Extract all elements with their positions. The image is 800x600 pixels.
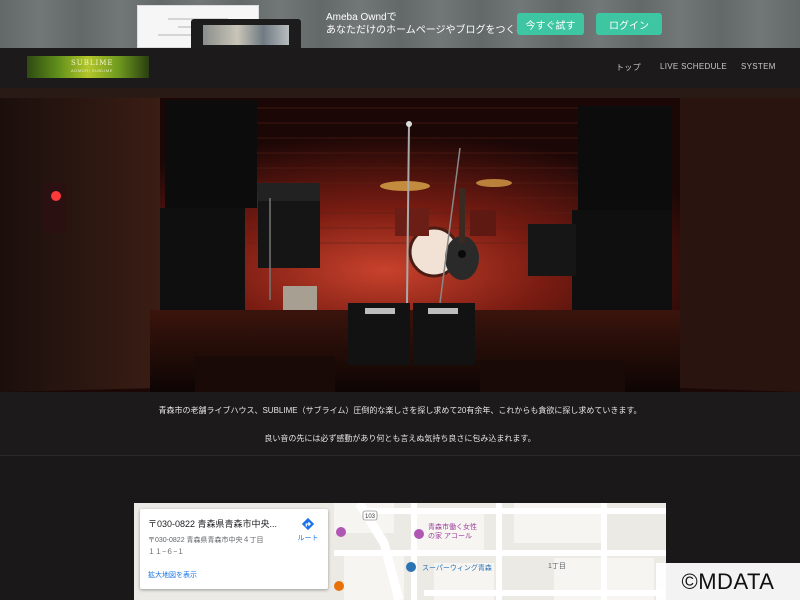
- poi-label-2: スーパーウィング青森: [422, 565, 492, 572]
- nav-system[interactable]: SYSTEM: [741, 62, 776, 71]
- promo-line-2: あなただけのホームページやブログをつくろう: [326, 25, 536, 36]
- promo-text: Ameba Owndで あなただけのホームページやブログをつくろう: [326, 11, 536, 37]
- road-number: 103: [365, 514, 376, 520]
- poi-pin-icon: [336, 527, 346, 537]
- map-address-line-1: 〒030-0822 青森県青森市中央４丁目: [148, 537, 264, 544]
- poi-label-1: 青森市働く女性 の家 アコール: [428, 524, 477, 540]
- map-address-line-2: １１−６−１: [148, 549, 185, 556]
- logo-subtext: AOMORI SUBLIME: [71, 68, 113, 73]
- map-place-title: 〒030-0822 青森県青森市中央...: [148, 519, 278, 529]
- login-button[interactable]: ログイン: [596, 13, 662, 35]
- watermark: ©MDATA: [656, 563, 800, 600]
- description-section: 青森市の老舗ライブハウス、SUBLIME（サブライム）圧倒的な楽しさを探し求めて…: [0, 392, 800, 456]
- site-header: SUBLIME AOMORI SUBLIME トップ LIVE SCHEDULE…: [0, 48, 800, 88]
- promo-banner: Ameba Owndで あなただけのホームページやブログをつくろう 今すぐ試す …: [0, 0, 800, 48]
- hero-stage-image: [0, 88, 800, 392]
- restaurant-pin-icon: [334, 581, 344, 591]
- description-line-2: 良い音の先には必ず感動があり何とも言えぬ気持ち良さに包み込まれます。: [264, 434, 536, 443]
- promo-line-1: Ameba Owndで: [326, 12, 397, 23]
- nav-top[interactable]: トップ: [616, 62, 641, 73]
- enlarge-map-link[interactable]: 拡大地図を表示: [148, 570, 197, 580]
- site-logo[interactable]: SUBLIME AOMORI SUBLIME: [27, 56, 149, 78]
- directions-icon: [301, 517, 315, 531]
- map-info-card: 〒030-0822 青森県青森市中央... 〒030-0822 青森県青森市中央…: [140, 509, 328, 589]
- shopping-pin-icon: [406, 562, 416, 572]
- try-now-button[interactable]: 今すぐ試す: [517, 13, 584, 35]
- poi-pin-icon: [414, 529, 424, 539]
- poi-label-3: 1丁目: [548, 563, 566, 570]
- embedded-map[interactable]: 103 〒030-0822 青森県青森市中央... 〒030-0822 青森県青…: [134, 503, 666, 600]
- map-address: 〒030-0822 青森県青森市中央４丁目 １１−６−１: [148, 535, 288, 559]
- promo-preview-laptop: [191, 19, 301, 48]
- nav-live-schedule[interactable]: LIVE SCHEDULE: [660, 62, 727, 71]
- description-line-1: 青森市の老舗ライブハウス、SUBLIME（サブライム）圧倒的な楽しさを探し求めて…: [158, 406, 642, 415]
- route-label: ルート: [297, 535, 319, 542]
- logo-text: SUBLIME: [71, 59, 114, 67]
- route-button[interactable]: ルート: [293, 517, 323, 543]
